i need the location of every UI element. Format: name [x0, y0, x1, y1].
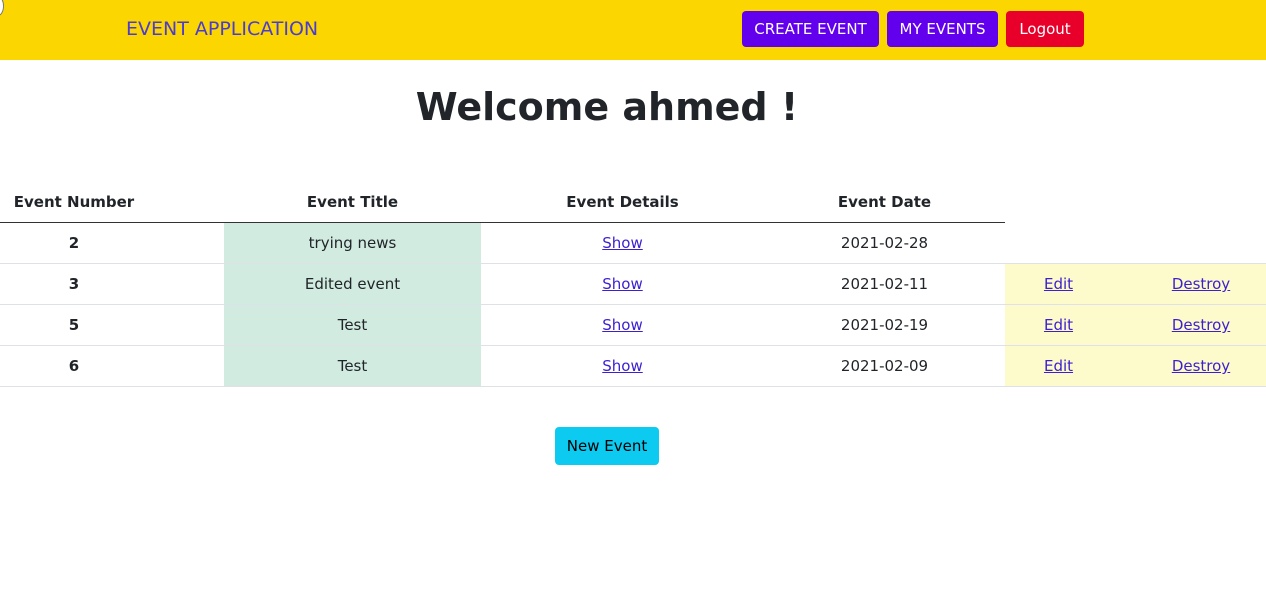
- my-events-button[interactable]: MY EVENTS: [887, 11, 998, 47]
- event-date-cell: 2021-02-19: [840, 316, 929, 334]
- destroy-link[interactable]: Destroy: [1172, 357, 1230, 375]
- table-row: 2 trying news Show 2021-02-28: [0, 223, 1266, 264]
- table-header: Event Number Event Title Event Details E…: [0, 181, 1005, 223]
- navbar: EVENT APPLICATION CREATE EVENT MY EVENTS…: [0, 0, 1266, 60]
- table-row: 3 Edited event Show 2021-02-11 Edit Dest…: [0, 264, 1266, 305]
- table-row: 5 Test Show 2021-02-19 Edit Destroy: [0, 305, 1266, 346]
- page-title: Welcome ahmed !: [415, 85, 799, 129]
- event-date-cell: 2021-02-11: [840, 275, 929, 293]
- header-event-details: Event Details: [566, 193, 679, 211]
- event-number-cell: 2: [68, 234, 80, 252]
- header-event-title: Event Title: [306, 193, 399, 211]
- header-event-date: Event Date: [837, 193, 932, 211]
- event-title-cell: trying news: [224, 223, 481, 263]
- show-link[interactable]: Show: [602, 316, 642, 334]
- show-link[interactable]: Show: [602, 357, 642, 375]
- event-number-cell: 5: [68, 316, 80, 334]
- show-link[interactable]: Show: [602, 234, 642, 252]
- new-event-button[interactable]: New Event: [555, 427, 659, 465]
- event-title-cell: Edited event: [224, 264, 481, 304]
- show-link[interactable]: Show: [602, 275, 642, 293]
- brand-link[interactable]: EVENT APPLICATION: [126, 17, 318, 41]
- event-date-cell: 2021-02-09: [840, 357, 929, 375]
- event-title-cell: Test: [224, 346, 481, 386]
- edit-link[interactable]: Edit: [1044, 357, 1073, 375]
- create-event-button[interactable]: CREATE EVENT: [742, 11, 879, 47]
- window-corner-mark: [0, 0, 4, 16]
- event-date-cell: 2021-02-28: [840, 234, 929, 252]
- header-event-number: Event Number: [13, 193, 135, 211]
- destroy-link[interactable]: Destroy: [1172, 316, 1230, 334]
- logout-button[interactable]: Logout: [1006, 11, 1084, 47]
- event-number-cell: 3: [68, 275, 80, 293]
- edit-link[interactable]: Edit: [1044, 316, 1073, 334]
- event-number-cell: 6: [68, 357, 80, 375]
- event-title-cell: Test: [224, 305, 481, 345]
- destroy-link[interactable]: Destroy: [1172, 275, 1230, 293]
- edit-link[interactable]: Edit: [1044, 275, 1073, 293]
- table-row: 6 Test Show 2021-02-09 Edit Destroy: [0, 346, 1266, 387]
